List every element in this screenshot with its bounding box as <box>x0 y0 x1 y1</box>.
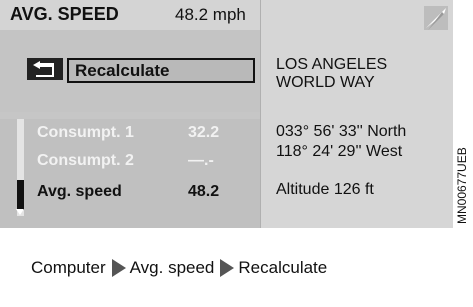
back-arrow-icon <box>33 61 54 77</box>
longitude: 118° 24' 29'' West <box>276 143 403 160</box>
back-button[interactable] <box>27 58 63 80</box>
triangle-right-icon <box>111 259 126 277</box>
caption-part-1: Computer <box>31 258 106 277</box>
destination-name: LOS ANGELES WORLD WAY <box>276 56 387 92</box>
nav-display: AVG. SPEED 48.2 mph Recalculate Consumpt… <box>0 0 453 228</box>
list-item-value: 32.2 <box>188 124 220 141</box>
recalculate-label: Recalculate <box>75 61 170 80</box>
list-item-consumpt-2[interactable]: Consumpt. 2 —.- <box>0 147 261 177</box>
list-item-consumpt-1[interactable]: Consumpt. 1 32.2 <box>0 119 261 149</box>
caption-part-2: Avg. speed <box>129 258 215 277</box>
caption: Computer Avg. speed Recalculate <box>31 258 327 278</box>
scroll-down-arrow-icon[interactable] <box>16 209 24 215</box>
list-item-avg-speed[interactable]: Avg. speed 48.2 <box>0 178 261 208</box>
recalculate-button[interactable]: Recalculate <box>67 58 255 83</box>
scrollbar-thumb[interactable] <box>17 180 24 210</box>
info-panel: AVG. SPEED 48.2 mph Recalculate Consumpt… <box>0 0 261 228</box>
list-item-value: 48.2 <box>188 183 220 200</box>
altitude: Altitude 126 ft <box>276 181 374 198</box>
caption-part-3: Recalculate <box>238 258 328 277</box>
list-item-name: Consumpt. 1 <box>37 124 134 141</box>
latitude: 033° 56' 33'' North <box>276 123 407 140</box>
triangle-right-icon <box>220 259 235 277</box>
list-item-name: Consumpt. 2 <box>37 152 134 169</box>
list-item-name: Avg. speed <box>37 183 122 200</box>
destination-line-2: WORLD WAY <box>276 74 375 91</box>
header-label: AVG. SPEED <box>10 4 119 24</box>
list-item-value: —.- <box>188 152 214 169</box>
destination-line-1: LOS ANGELES <box>276 56 388 73</box>
figure-code: MN00677UEB <box>455 147 469 224</box>
avg-speed-header: AVG. SPEED 48.2 mph <box>0 0 261 30</box>
compass-icon <box>424 6 448 30</box>
header-value: 48.2 mph <box>175 5 246 24</box>
menu-list: Consumpt. 1 32.2 Consumpt. 2 —.- Avg. sp… <box>0 119 261 228</box>
